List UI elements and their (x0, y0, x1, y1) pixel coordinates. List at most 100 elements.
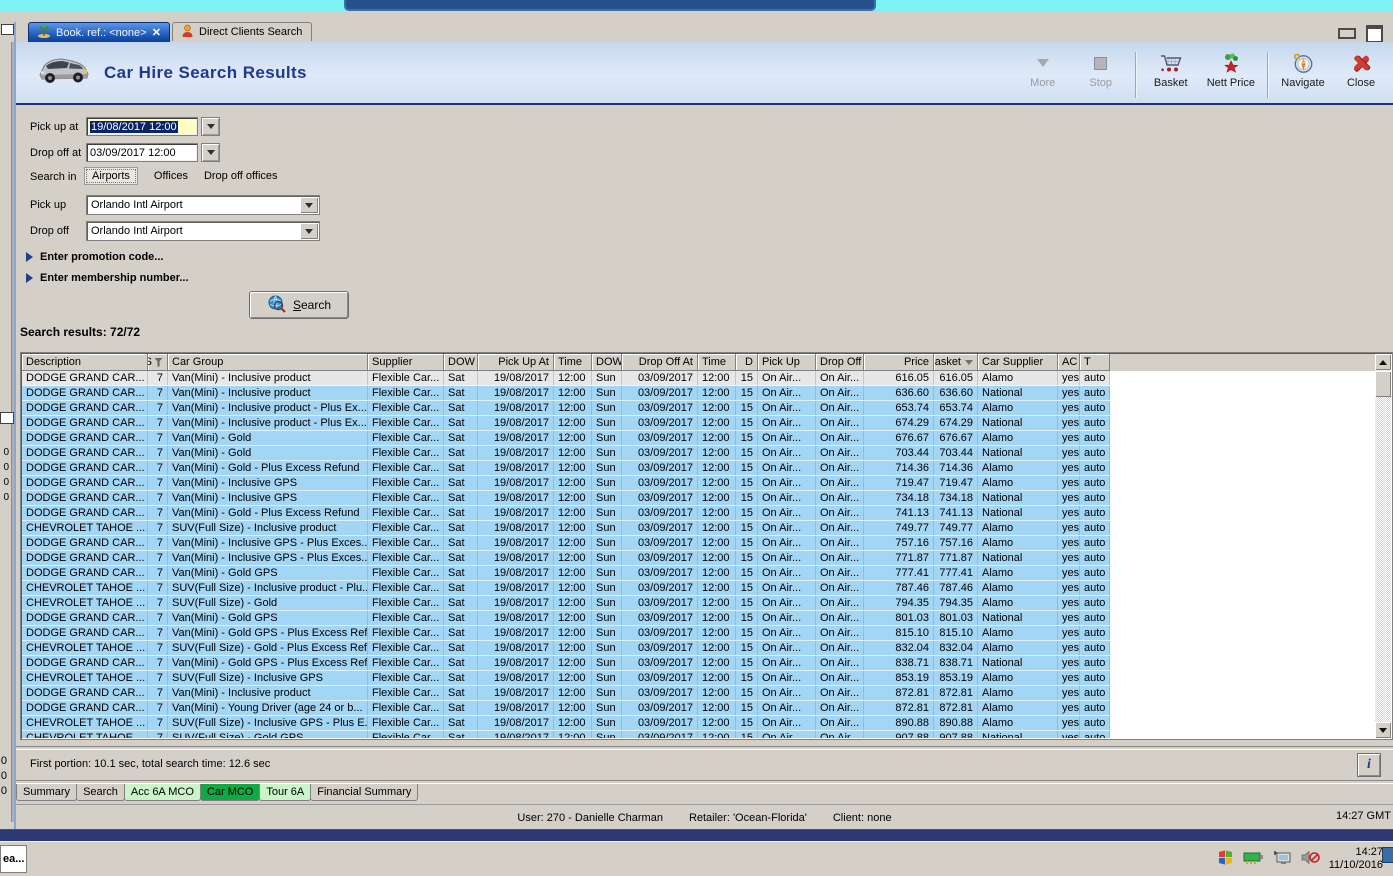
antivirus-shield-icon[interactable] (1217, 849, 1234, 869)
vertical-scrollbar[interactable] (1375, 354, 1391, 738)
scroll-up-button[interactable] (1375, 354, 1391, 370)
column-header[interactable]: Description (22, 354, 148, 371)
search-results-count: Search results: 72/72 (20, 325, 140, 339)
table-row[interactable]: CHEVROLET TAHOE ...7SUV(Full Size) - Gol… (22, 596, 1110, 611)
column-header[interactable]: DOW (592, 354, 622, 371)
table-cell: 719.47 (934, 476, 978, 490)
stop-button[interactable]: Stop (1075, 50, 1127, 102)
bottom-tab-summary[interactable]: Summary (16, 784, 77, 801)
chevron-down-icon[interactable] (300, 223, 318, 239)
pick-up-combobox[interactable]: Orlando Intl Airport (86, 195, 320, 215)
table-row[interactable]: DODGE GRAND CAR...7Van(Mini) - Gold GPS … (22, 656, 1110, 671)
search-globe-icon (267, 294, 286, 316)
table-row[interactable]: CHEVROLET TAHOE ...7SUV(Full Size) - Inc… (22, 521, 1110, 536)
bottom-tab-acc-6a-mco[interactable]: Acc 6A MCO (124, 784, 201, 801)
tab-close-icon[interactable]: ✕ (152, 28, 161, 38)
navigate-button[interactable]: Navigate (1277, 50, 1329, 102)
table-header-row: DescriptionSCar GroupSupplierDOWPick Up … (22, 354, 1375, 371)
expander-triangle-icon (26, 252, 33, 262)
bottom-tab-search[interactable]: Search (76, 784, 125, 801)
table-row[interactable]: DODGE GRAND CAR...7Van(Mini) - Inclusive… (22, 536, 1110, 551)
table-row[interactable]: DODGE GRAND CAR...7Van(Mini) - Gold GPSF… (22, 566, 1110, 581)
column-header[interactable]: Time (554, 354, 592, 371)
column-header[interactable]: Supplier (368, 354, 444, 371)
table-row[interactable]: CHEVROLET TAHOE ...7SUV(Full Size) - Inc… (22, 671, 1110, 686)
search-in-option-airports[interactable]: Airports (84, 167, 138, 185)
table-cell: 19/08/2017 (478, 686, 554, 700)
column-header[interactable]: Basket (934, 354, 978, 371)
table-cell: 19/08/2017 (478, 566, 554, 580)
table-row[interactable]: DODGE GRAND CAR...7Van(Mini) - Gold GPS … (22, 626, 1110, 641)
chevron-down-icon[interactable] (300, 197, 318, 213)
info-button[interactable]: i (1357, 753, 1381, 777)
table-row[interactable]: CHEVROLET TAHOE ...7SUV(Full Size) - Gol… (22, 731, 1110, 738)
table-row[interactable]: DODGE GRAND CAR...7Van(Mini) - Inclusive… (22, 416, 1110, 431)
table-cell: auto (1080, 566, 1110, 580)
table-cell: 12:00 (554, 416, 592, 430)
table-row[interactable]: DODGE GRAND CAR...7Van(Mini) - Inclusive… (22, 476, 1110, 491)
table-row[interactable]: DODGE GRAND CAR...7Van(Mini) - Gold - Pl… (22, 506, 1110, 521)
table-row[interactable]: DODGE GRAND CAR...7Van(Mini) - Inclusive… (22, 371, 1110, 386)
table-row[interactable]: DODGE GRAND CAR...7Van(Mini) - Inclusive… (22, 401, 1110, 416)
bottom-tab-financial-summary[interactable]: Financial Summary (310, 784, 418, 801)
column-header[interactable]: AC (1058, 354, 1080, 371)
column-header[interactable]: Car Supplier (978, 354, 1058, 371)
table-cell: 15 (736, 506, 758, 520)
table-row[interactable]: DODGE GRAND CAR...7Van(Mini) - Gold - Pl… (22, 461, 1110, 476)
table-cell: Sat (444, 416, 478, 430)
more-button[interactable]: More (1017, 50, 1069, 102)
table-row[interactable]: DODGE GRAND CAR...7Van(Mini) - Inclusive… (22, 386, 1110, 401)
nett-price-button[interactable]: Nett Price (1203, 50, 1259, 102)
tab-booking-ref[interactable]: Book. ref.: <none> ✕ (28, 22, 170, 42)
table-row[interactable]: DODGE GRAND CAR...7Van(Mini) - GoldFlexi… (22, 446, 1110, 461)
table-cell: 15 (736, 416, 758, 430)
search-in-option-drop-off-offices[interactable]: Drop off offices (204, 168, 278, 184)
taskbar-app-button[interactable]: ea... (0, 845, 27, 873)
drop-off-at-input[interactable]: 03/09/2017 12:00 (86, 143, 198, 162)
table-row[interactable]: CHEVROLET TAHOE ...7SUV(Full Size) - Inc… (22, 716, 1110, 731)
scroll-down-button[interactable] (1375, 722, 1391, 738)
drop-off-at-dropdown-button[interactable] (201, 143, 220, 162)
tab-direct-clients-search[interactable]: Direct Clients Search (172, 22, 312, 41)
table-cell: Flexible Car... (368, 656, 444, 670)
taskbar-clock[interactable]: 14:27 11/10/2016 (1329, 846, 1383, 872)
column-header[interactable]: T (1080, 354, 1110, 371)
table-row[interactable]: DODGE GRAND CAR...7Van(Mini) - Young Dri… (22, 701, 1110, 716)
network-adapter-icon[interactable] (1243, 851, 1264, 868)
column-header[interactable]: Pick Up At (478, 354, 554, 371)
search-button[interactable]: Search (249, 291, 349, 319)
scrollbar-thumb[interactable] (1375, 371, 1391, 397)
column-header[interactable]: Pick Up (758, 354, 816, 371)
column-header[interactable]: Price (864, 354, 934, 371)
column-header[interactable]: D (736, 354, 758, 371)
column-header[interactable]: Drop Off At (622, 354, 698, 371)
bottom-tab-tour-6a[interactable]: Tour 6A (259, 784, 311, 801)
nett-price-icon (1220, 52, 1242, 74)
column-header[interactable]: Time (698, 354, 736, 371)
column-header[interactable]: S (148, 354, 168, 371)
table-row[interactable]: DODGE GRAND CAR...7Van(Mini) - Gold GPSF… (22, 611, 1110, 626)
promotion-code-expander[interactable]: Enter promotion code... (26, 251, 163, 263)
table-row[interactable]: DODGE GRAND CAR...7Van(Mini) - Inclusive… (22, 491, 1110, 506)
table-row[interactable]: DODGE GRAND CAR...7Van(Mini) - Inclusive… (22, 551, 1110, 566)
drop-off-combobox[interactable]: Orlando Intl Airport (86, 221, 320, 241)
membership-number-expander[interactable]: Enter membership number... (26, 272, 189, 284)
table-row[interactable]: DODGE GRAND CAR...7Van(Mini) - Inclusive… (22, 686, 1110, 701)
column-header[interactable]: Car Group (168, 354, 368, 371)
column-header[interactable]: DOW (444, 354, 478, 371)
table-row[interactable]: DODGE GRAND CAR...7Van(Mini) - GoldFlexi… (22, 431, 1110, 446)
table-row[interactable]: CHEVROLET TAHOE ...7SUV(Full Size) - Gol… (22, 641, 1110, 656)
bottom-tab-car-mco[interactable]: Car MCO (200, 784, 260, 801)
basket-button[interactable]: Basket (1145, 50, 1197, 102)
pick-up-at-dropdown-button[interactable] (201, 117, 220, 136)
table-cell: 703.44 (864, 446, 934, 460)
close-button[interactable]: Close (1335, 50, 1387, 102)
column-header[interactable]: Drop Off (816, 354, 864, 371)
table-row[interactable]: CHEVROLET TAHOE ...7SUV(Full Size) - Inc… (22, 581, 1110, 596)
volume-muted-icon[interactable] (1301, 850, 1320, 868)
network-connection-icon[interactable] (1273, 850, 1292, 868)
table-cell: 19/08/2017 (478, 581, 554, 595)
table-cell: 890.88 (934, 716, 978, 730)
search-in-option-offices[interactable]: Offices (154, 168, 188, 184)
pick-up-at-input[interactable]: 19/08/2017 12:00 (86, 117, 198, 136)
